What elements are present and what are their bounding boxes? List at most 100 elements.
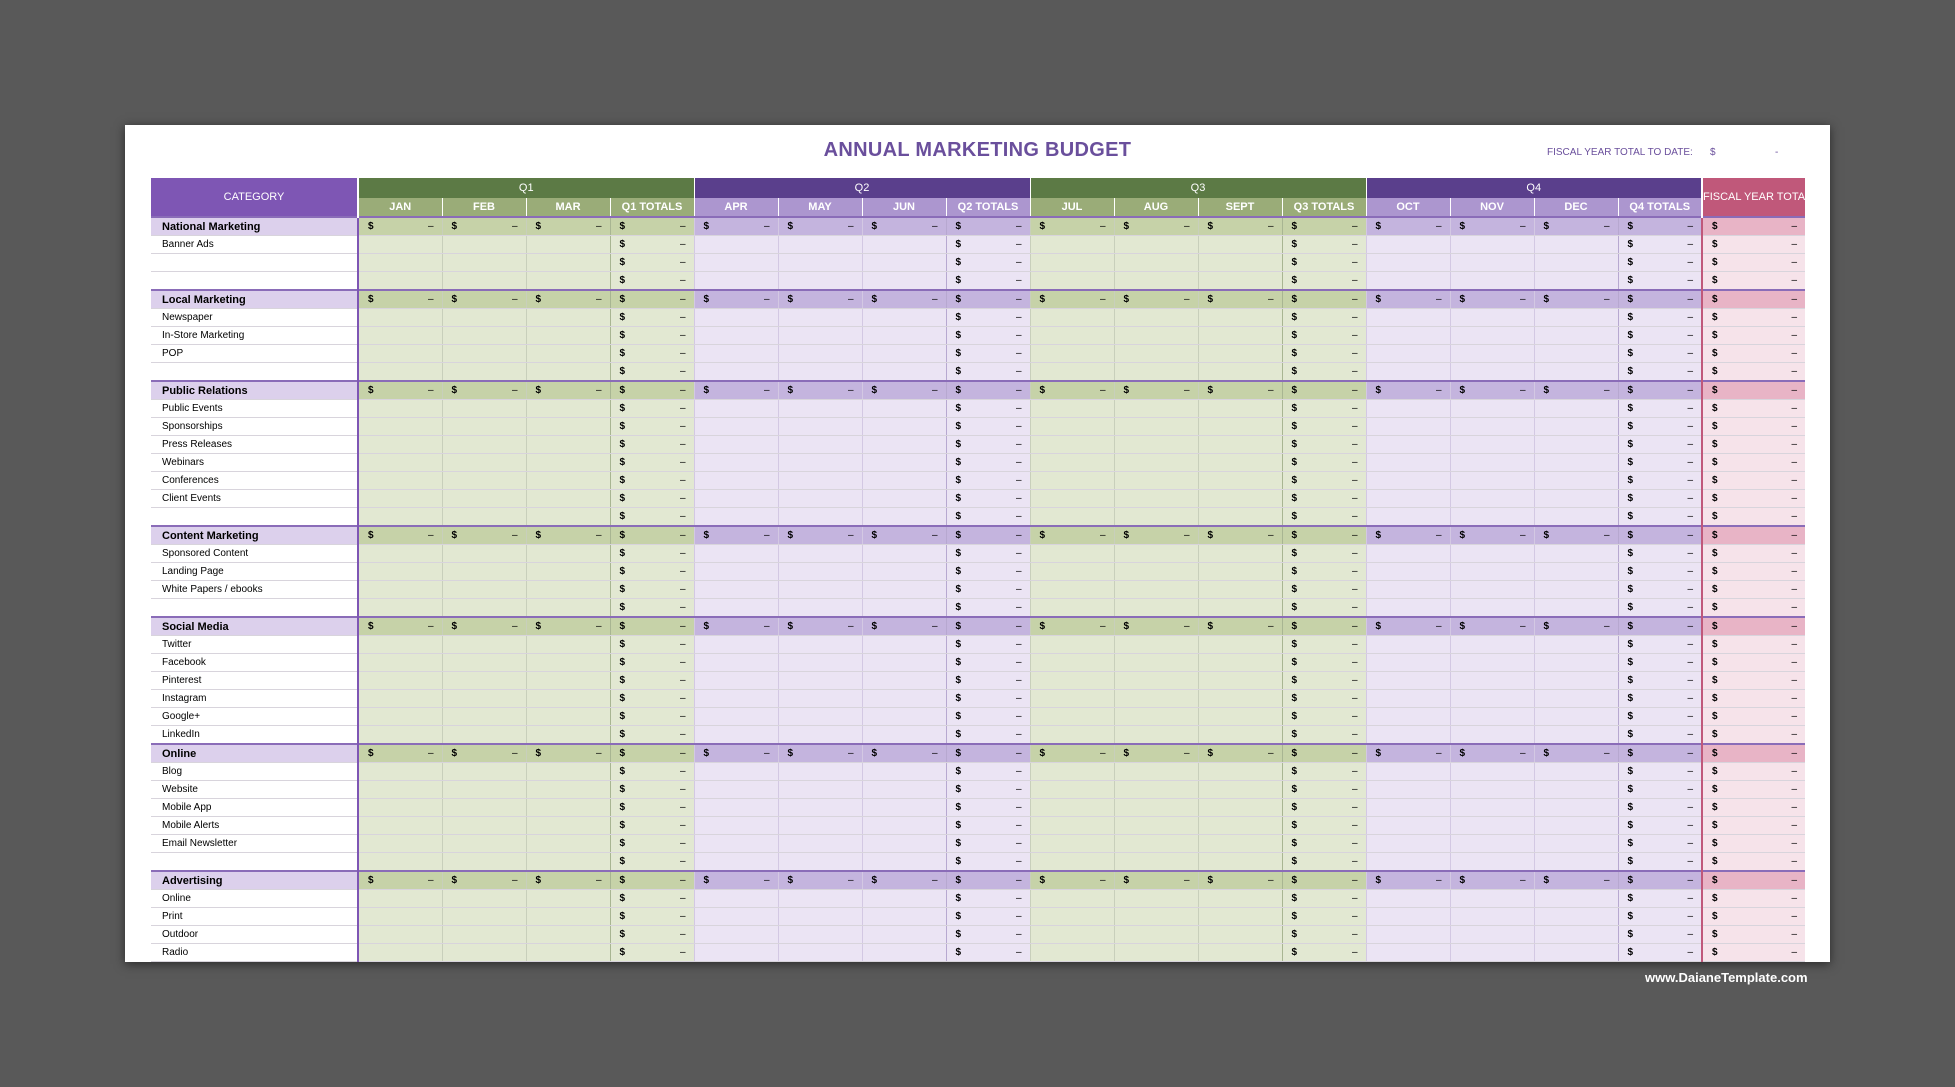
month-input-cell[interactable]: [777, 435, 862, 454]
month-input-cell[interactable]: [1365, 308, 1450, 327]
fiscal-year-total-cell[interactable]: $–: [1701, 453, 1805, 472]
month-value-cell[interactable]: $ –: [441, 380, 526, 400]
quarter-total-cell[interactable]: $–: [609, 399, 694, 418]
month-input-cell[interactable]: [777, 308, 862, 327]
month-input-cell[interactable]: [1197, 907, 1282, 926]
line-item-label[interactable]: [151, 271, 359, 291]
quarter-total-cell[interactable]: $–: [945, 326, 1030, 345]
fiscal-year-total-cell[interactable]: $–: [1701, 707, 1805, 726]
quarter-total-cell[interactable]: $–: [945, 870, 1030, 890]
line-item-label[interactable]: [151, 362, 359, 382]
month-input-cell[interactable]: [1029, 798, 1114, 817]
month-input-cell[interactable]: [1449, 707, 1534, 726]
month-input-cell[interactable]: [525, 889, 610, 908]
month-input-cell[interactable]: [777, 725, 862, 745]
quarter-total-cell[interactable]: $–: [1617, 435, 1702, 454]
month-input-cell[interactable]: [1533, 707, 1618, 726]
quarter-total-cell[interactable]: $–: [609, 308, 694, 327]
quarter-total-cell[interactable]: $–: [609, 471, 694, 490]
month-input-cell[interactable]: [441, 471, 526, 490]
month-input-cell[interactable]: [1365, 417, 1450, 436]
month-input-cell[interactable]: [1029, 689, 1114, 708]
month-input-cell[interactable]: [1449, 635, 1534, 654]
quarter-total-cell[interactable]: $–: [1617, 417, 1702, 436]
month-input-cell[interactable]: [525, 852, 610, 872]
quarter-total-cell[interactable]: $–: [1617, 598, 1702, 618]
month-input-cell[interactable]: [1533, 925, 1618, 944]
line-item-label[interactable]: Radio: [151, 943, 359, 962]
line-item-label[interactable]: Email Newsletter: [151, 834, 359, 853]
month-input-cell[interactable]: [1197, 362, 1282, 382]
quarter-total-cell[interactable]: $–: [1281, 725, 1366, 745]
quarter-total-cell[interactable]: $–: [945, 598, 1030, 618]
month-value-cell[interactable]: $ –: [693, 616, 778, 636]
quarter-total-cell[interactable]: $–: [945, 780, 1030, 799]
month-input-cell[interactable]: [1365, 507, 1450, 527]
month-input-cell[interactable]: [1029, 271, 1114, 291]
quarter-total-cell[interactable]: $–: [945, 689, 1030, 708]
month-input-cell[interactable]: [1533, 834, 1618, 853]
quarter-total-cell[interactable]: $–: [609, 707, 694, 726]
quarter-total-cell[interactable]: $–: [945, 453, 1030, 472]
month-input-cell[interactable]: [441, 598, 526, 618]
month-input-cell[interactable]: [1113, 489, 1198, 508]
month-input-cell[interactable]: [1533, 671, 1618, 690]
quarter-total-cell[interactable]: $–: [1281, 453, 1366, 472]
line-item-label[interactable]: Pinterest: [151, 671, 359, 690]
month-value-cell[interactable]: $ –: [777, 870, 862, 890]
month-input-cell[interactable]: [1365, 961, 1450, 962]
month-input-cell[interactable]: [861, 271, 946, 291]
month-input-cell[interactable]: [357, 671, 442, 690]
quarter-total-cell[interactable]: $–: [1281, 925, 1366, 944]
month-value-cell[interactable]: $ –: [1449, 216, 1534, 236]
month-value-cell[interactable]: $ –: [1029, 743, 1114, 763]
fiscal-year-total-cell[interactable]: $–: [1701, 943, 1805, 962]
month-input-cell[interactable]: [1029, 399, 1114, 418]
fiscal-year-total-cell[interactable]: $–: [1701, 216, 1805, 236]
quarter-total-cell[interactable]: $–: [609, 816, 694, 835]
quarter-total-cell[interactable]: $–: [945, 762, 1030, 781]
month-input-cell[interactable]: [1197, 689, 1282, 708]
quarter-total-cell[interactable]: $–: [1617, 308, 1702, 327]
month-input-cell[interactable]: [525, 471, 610, 490]
month-input-cell[interactable]: [693, 598, 778, 618]
month-input-cell[interactable]: [861, 253, 946, 272]
month-input-cell[interactable]: [693, 253, 778, 272]
month-input-cell[interactable]: [861, 399, 946, 418]
month-input-cell[interactable]: [1197, 562, 1282, 581]
fiscal-year-total-cell[interactable]: $–: [1701, 253, 1805, 272]
month-value-cell[interactable]: $ –: [1197, 289, 1282, 309]
month-input-cell[interactable]: [357, 635, 442, 654]
month-input-cell[interactable]: [357, 507, 442, 527]
month-input-cell[interactable]: [525, 399, 610, 418]
month-input-cell[interactable]: [357, 725, 442, 745]
quarter-total-cell[interactable]: $–: [609, 743, 694, 763]
month-input-cell[interactable]: [693, 489, 778, 508]
month-input-cell[interactable]: [1113, 344, 1198, 363]
month-input-cell[interactable]: [1533, 399, 1618, 418]
quarter-total-cell[interactable]: $–: [1281, 798, 1366, 817]
quarter-total-cell[interactable]: $–: [609, 798, 694, 817]
month-input-cell[interactable]: [861, 943, 946, 962]
month-input-cell[interactable]: [1029, 362, 1114, 382]
month-input-cell[interactable]: [1197, 961, 1282, 962]
month-value-cell[interactable]: $ –: [861, 525, 946, 545]
quarter-total-cell[interactable]: $–: [1617, 399, 1702, 418]
month-value-cell[interactable]: $ –: [1533, 216, 1618, 236]
month-input-cell[interactable]: [357, 344, 442, 363]
month-input-cell[interactable]: [861, 344, 946, 363]
month-input-cell[interactable]: [1197, 852, 1282, 872]
month-value-cell[interactable]: $ –: [777, 743, 862, 763]
month-input-cell[interactable]: [1365, 889, 1450, 908]
month-input-cell[interactable]: [441, 562, 526, 581]
month-value-cell[interactable]: $ –: [861, 380, 946, 400]
month-input-cell[interactable]: [1449, 671, 1534, 690]
quarter-total-cell[interactable]: $–: [1281, 253, 1366, 272]
month-value-cell[interactable]: $ –: [441, 216, 526, 236]
month-value-cell[interactable]: $ –: [1449, 380, 1534, 400]
month-input-cell[interactable]: [693, 308, 778, 327]
month-input-cell[interactable]: [1533, 471, 1618, 490]
line-item-label[interactable]: [151, 507, 359, 527]
quarter-total-cell[interactable]: $–: [1617, 689, 1702, 708]
month-input-cell[interactable]: [861, 544, 946, 563]
